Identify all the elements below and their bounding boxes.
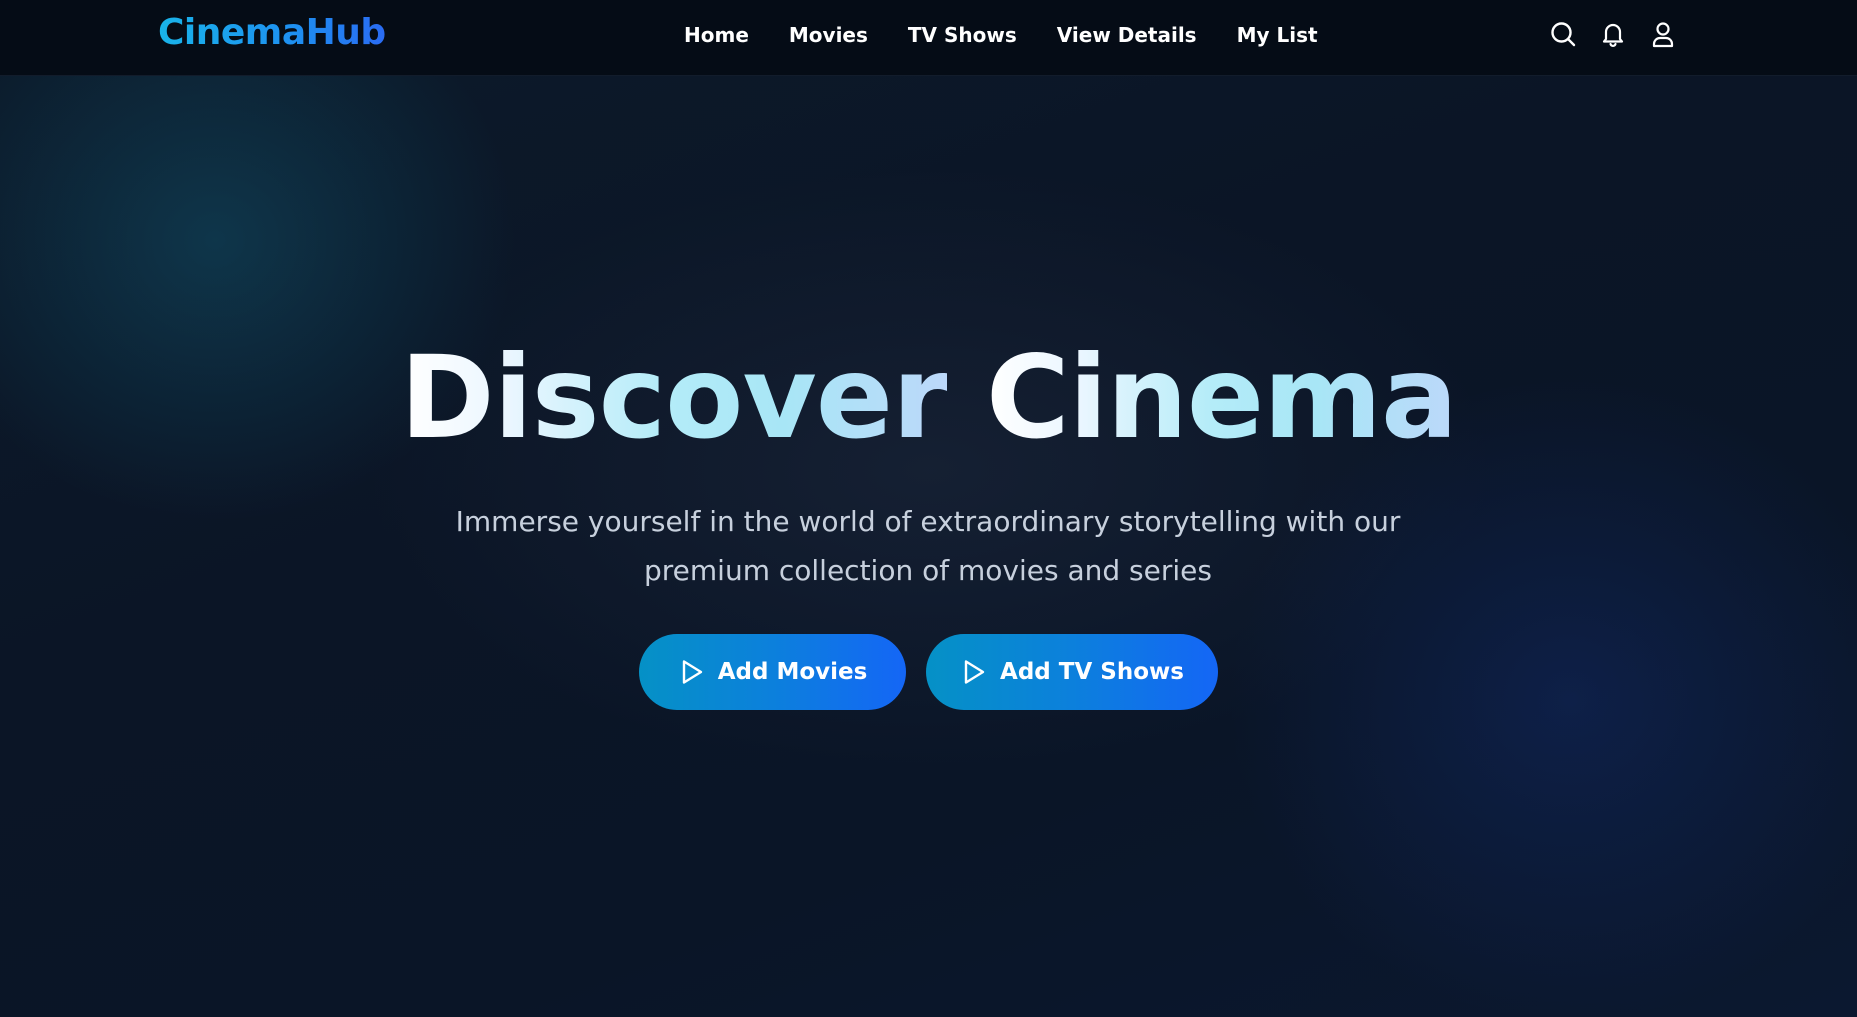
bell-icon[interactable] xyxy=(1598,19,1628,49)
add-movies-label: Add Movies xyxy=(717,659,868,685)
hero-title-word-2: Cinema xyxy=(986,331,1458,464)
page: CinemaHub Home Movies TV Shows View Deta… xyxy=(0,0,1857,1017)
hero-subtitle: Immerse yourself in the world of extraor… xyxy=(428,497,1428,595)
hero-subtitle-line-1: Immerse yourself in the world of extraor… xyxy=(455,505,1401,538)
nav-link-view-details[interactable]: View Details xyxy=(1057,22,1197,48)
nav-icon-group xyxy=(1548,19,1678,49)
user-icon[interactable] xyxy=(1648,19,1678,49)
hero-title: Discover Cinema xyxy=(0,328,1857,468)
main-nav: Home Movies TV Shows View Details My Lis… xyxy=(684,22,1318,48)
brand-logo[interactable]: CinemaHub xyxy=(158,12,386,53)
play-icon xyxy=(960,658,988,686)
nav-link-my-list[interactable]: My List xyxy=(1237,22,1318,48)
add-tv-shows-button[interactable]: Add TV Shows xyxy=(926,634,1218,710)
nav-link-movies[interactable]: Movies xyxy=(789,22,868,48)
add-tv-shows-label: Add TV Shows xyxy=(1000,659,1184,685)
nav-link-tv-shows[interactable]: TV Shows xyxy=(908,22,1017,48)
hero-title-word-1: Discover xyxy=(400,331,948,464)
nav-link-home[interactable]: Home xyxy=(684,22,749,48)
top-navbar: CinemaHub Home Movies TV Shows View Deta… xyxy=(0,0,1857,76)
play-icon xyxy=(678,658,706,686)
hero-button-group: Add Movies Add TV Shows xyxy=(639,634,1218,710)
search-icon[interactable] xyxy=(1548,19,1578,49)
add-movies-button[interactable]: Add Movies xyxy=(639,634,906,710)
hero-subtitle-line-2: premium collection of movies and series xyxy=(644,554,1212,587)
